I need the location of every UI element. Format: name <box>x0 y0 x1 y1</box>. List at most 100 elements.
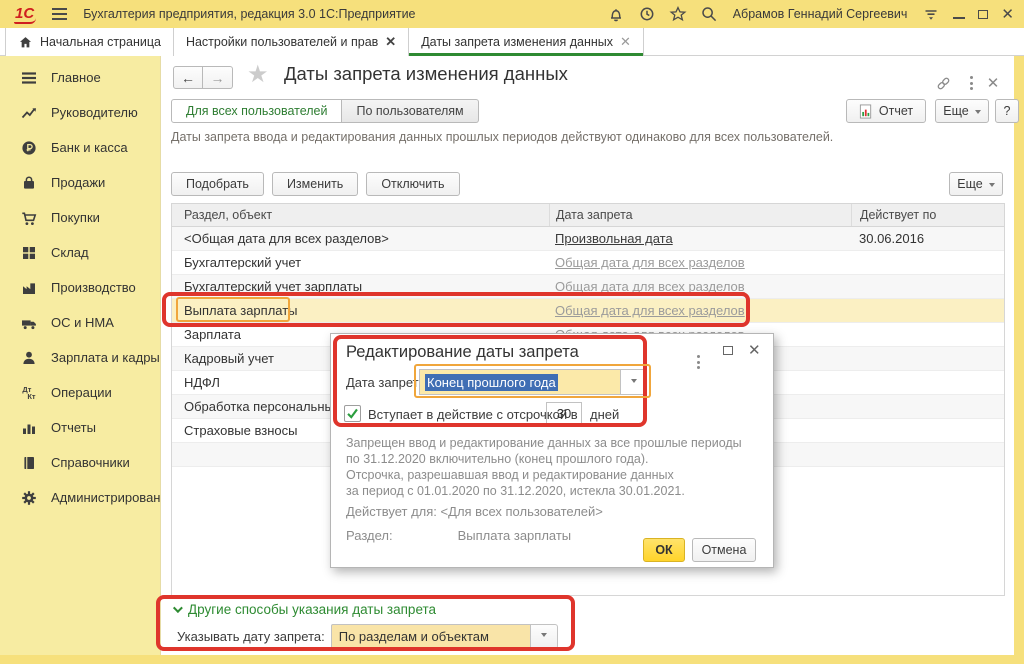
current-user[interactable]: Абрамов Геннадий Сергеевич <box>733 7 908 21</box>
page-favorite-star-icon[interactable]: ★ <box>247 60 269 89</box>
section-value: Выплата зарплаты <box>458 528 572 543</box>
maximize-icon[interactable] <box>978 10 988 19</box>
report-button[interactable]: Отчет <box>846 99 926 123</box>
notifications-bell-icon[interactable] <box>607 5 625 23</box>
restriction-info-text: Запрещен ввод и редактирование данных за… <box>346 435 742 499</box>
administration-gear-icon <box>20 489 38 507</box>
report-doc-icon <box>859 104 873 119</box>
warehouse-grid-icon <box>20 244 38 262</box>
date-restriction-select[interactable]: Конец прошлого года <box>419 369 621 395</box>
dropdown-arrow-icon <box>989 183 995 190</box>
header-more-button[interactable]: Еще <box>935 99 989 123</box>
1c-logo: 1С <box>14 5 36 24</box>
selected-text: Конец прошлого года <box>425 374 558 391</box>
table-row[interactable]: <Общая дата для всех разделов> Произволь… <box>172 227 1004 251</box>
dialog-close-icon[interactable]: ✕ <box>748 343 761 358</box>
sidebar-item-operatsii[interactable]: ДтКт Операции <box>0 375 160 410</box>
column-header[interactable]: Раздел, объект <box>172 204 549 226</box>
nav-buttons: ← → <box>173 66 233 89</box>
toolbar-more-button[interactable]: Еще <box>949 172 1003 196</box>
close-icon[interactable]: ✕ <box>1001 7 1014 22</box>
edit-button[interactable]: Изменить <box>272 172 358 196</box>
tab-home[interactable]: Начальная страница <box>5 28 174 56</box>
pick-button[interactable]: Подобрать <box>171 172 264 196</box>
section-label: Раздел: <box>346 528 454 543</box>
column-header[interactable]: Действует по <box>851 204 1004 226</box>
date-link[interactable]: Общая дата для всех разделов <box>555 303 745 318</box>
other-ways-section-header[interactable]: Другие способы указания даты запрета <box>173 602 436 617</box>
tab-label: Настройки пользователей и прав <box>186 35 378 49</box>
segment-for-all-users[interactable]: Для всех пользователей <box>171 99 342 123</box>
dropdown-button[interactable] <box>621 369 647 395</box>
sidebar-item-otchety[interactable]: Отчеты <box>0 410 160 445</box>
date-link[interactable]: Общая дата для всех разделов <box>555 255 745 270</box>
forward-button[interactable]: → <box>203 66 233 89</box>
delay-checkbox[interactable] <box>344 405 361 422</box>
checkmark-icon <box>346 407 359 420</box>
specify-date-row: Указывать дату запрета: По разделам и об… <box>177 624 558 649</box>
acts-for-value: <Для всех пользователей> <box>441 504 603 519</box>
purchases-cart-icon <box>20 209 38 227</box>
tab-restriction-dates[interactable]: Даты запрета изменения данных ✕ <box>409 28 644 56</box>
sidebar-item-rukovoditelyu[interactable]: Руководителю <box>0 95 160 130</box>
segment-by-users[interactable]: По пользователям <box>342 99 478 123</box>
page-description: Даты запрета ввода и редактирования данн… <box>171 130 833 144</box>
disable-button[interactable]: Отключить <box>366 172 459 196</box>
sidebar-item-proizvodstvo[interactable]: Производство <box>0 270 160 305</box>
sidebar-item-os-i-nma[interactable]: ОС и НМА <box>0 305 160 340</box>
tab-users-settings[interactable]: Настройки пользователей и прав ✕ <box>174 28 409 56</box>
dialog-more-icon[interactable] <box>697 346 700 369</box>
table-row[interactable]: Бухгалтерский учет Общая дата для всех р… <box>172 251 1004 275</box>
tab-close-icon[interactable]: ✕ <box>385 34 396 50</box>
dropdown-button[interactable] <box>531 624 558 649</box>
acts-for-label: Действует для: <box>346 504 437 519</box>
specify-date-label: Указывать дату запрета: <box>177 629 325 644</box>
history-icon[interactable] <box>638 5 656 23</box>
date-restriction-label: Дата запрета: <box>346 375 429 390</box>
main-menu-icon[interactable] <box>52 8 67 20</box>
days-suffix-label: дней <box>590 407 619 422</box>
titlebar-actions: Абрамов Геннадий Сергеевич ✕ <box>607 0 1014 28</box>
table-toolbar: Подобрать Изменить Отключить <box>171 172 460 196</box>
favorites-star-icon[interactable] <box>669 5 687 23</box>
delay-days-input[interactable]: 30 <box>546 402 582 425</box>
production-factory-icon <box>20 279 38 297</box>
date-link[interactable]: Общая дата для всех разделов <box>555 279 745 294</box>
sidebar-item-pokupki[interactable]: Покупки <box>0 200 160 235</box>
ok-button[interactable]: ОК <box>643 538 685 562</box>
back-button[interactable]: ← <box>173 66 203 89</box>
column-header[interactable]: Дата запрета <box>549 204 851 226</box>
sidebar-item-glavnoe[interactable]: Главное <box>0 60 160 95</box>
dropdown-arrow-icon <box>541 633 547 640</box>
minimize-icon[interactable] <box>953 9 965 19</box>
user-scope-segments: Для всех пользователей По пользователям <box>171 99 479 123</box>
tab-label: Даты запрета изменения данных <box>421 35 613 49</box>
titlebar: 1С Бухгалтерия предприятия, редакция 3.0… <box>0 0 1024 28</box>
table-header: Раздел, объект Дата запрета Действует по <box>172 204 1004 227</box>
sidebar-item-zarplata-i-kadry[interactable]: Зарплата и кадры <box>0 340 160 375</box>
sidebar-item-administrirovanie[interactable]: Администрирование <box>0 480 160 515</box>
sidebar-item-spravochniki[interactable]: Справочники <box>0 445 160 480</box>
dialog-maximize-icon[interactable] <box>723 346 733 355</box>
sales-bag-icon <box>20 174 38 192</box>
chevron-down-icon <box>173 603 183 613</box>
table-row-selected[interactable]: Выплата зарплаты Общая дата для всех раз… <box>172 299 1004 323</box>
more-menu-icon[interactable] <box>962 74 980 92</box>
tab-close-icon[interactable]: ✕ <box>620 34 631 50</box>
service-menu-icon[interactable] <box>922 5 940 23</box>
table-row[interactable]: Бухгалтерский учет зарплаты Общая дата д… <box>172 275 1004 299</box>
cancel-button[interactable]: Отмена <box>692 538 756 562</box>
sidebar-item-sklad[interactable]: Склад <box>0 235 160 270</box>
help-button[interactable]: ? <box>995 99 1019 123</box>
home-icon <box>18 35 33 50</box>
get-link-icon[interactable] <box>934 74 952 92</box>
specify-date-select[interactable]: По разделам и объектам <box>331 624 531 649</box>
date-link[interactable]: Произвольная дата <box>555 231 673 246</box>
search-icon[interactable] <box>700 5 718 23</box>
close-page-icon[interactable]: ✕ <box>984 74 1002 92</box>
sidebar-item-bank-i-kassa[interactable]: Банк и касса <box>0 130 160 165</box>
acts-for-row: Действует для: <Для всех пользователей> <box>346 504 603 519</box>
edit-restriction-date-dialog: Редактирование даты запрета ✕ Дата запре… <box>330 333 774 568</box>
dialog-title: Редактирование даты запрета <box>346 343 579 362</box>
sidebar-item-prodazhi[interactable]: Продажи <box>0 165 160 200</box>
